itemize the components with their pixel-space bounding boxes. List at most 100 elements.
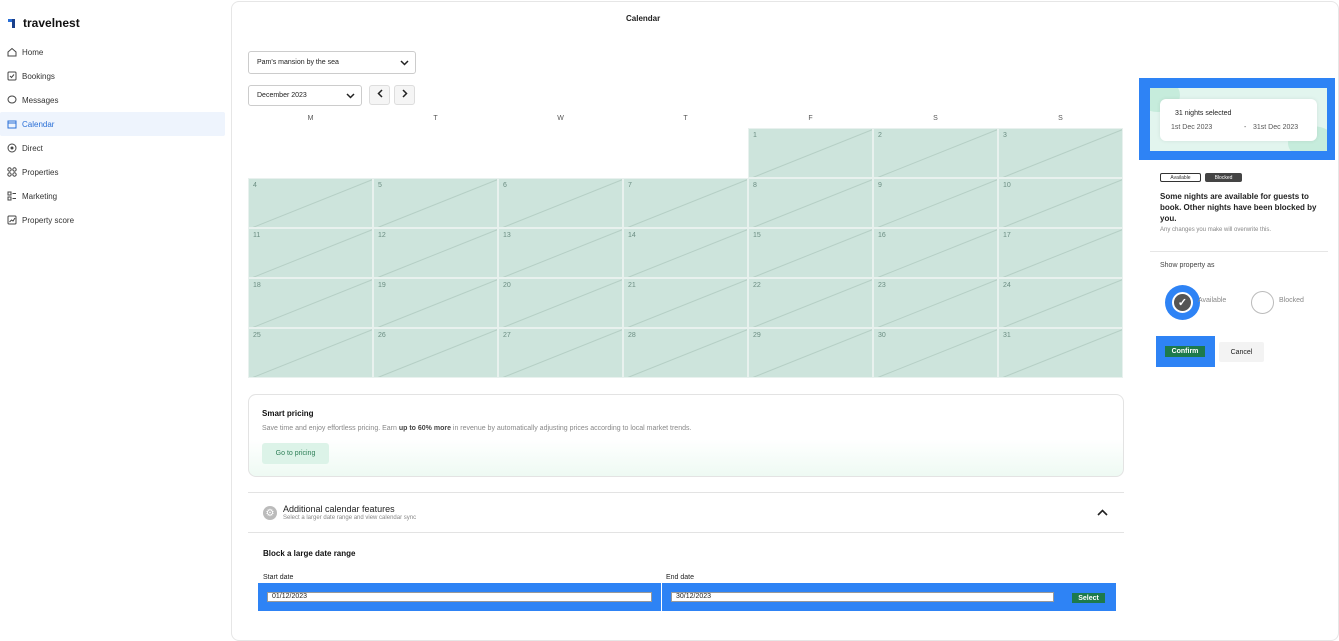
calendar-day-cell[interactable]: 10: [998, 178, 1123, 228]
calendar-day-cell[interactable]: 18: [248, 278, 373, 328]
weekday-header: W: [557, 115, 564, 122]
calendar-day-number: 25: [253, 332, 261, 339]
sidebar-item-label: Calendar: [22, 119, 55, 129]
property-score-icon: [7, 215, 17, 225]
blocked-pattern: [502, 179, 622, 227]
sidebar-item-calendar[interactable]: Calendar: [0, 112, 225, 136]
property-select-value: Pam's mansion by the sea: [257, 59, 339, 66]
calendar-day-cell[interactable]: 11: [248, 228, 373, 278]
calendar-day-cell[interactable]: 21: [623, 278, 748, 328]
sidebar-item-label: Messages: [22, 95, 59, 105]
weekday-header: T: [433, 115, 438, 122]
gear-icon: ⚙: [263, 506, 277, 520]
calendar-day-number: 14: [628, 232, 636, 239]
calendar-day-cell[interactable]: 24: [998, 278, 1123, 328]
blocked-pattern: [377, 329, 497, 377]
sidebar-item-direct[interactable]: Direct: [0, 136, 225, 160]
chevron-right-icon: [401, 89, 408, 101]
sidebar-item-label: Bookings: [22, 71, 55, 81]
calendar-day-cell[interactable]: 29: [748, 328, 873, 378]
calendar-day-cell[interactable]: 23: [873, 278, 998, 328]
chevron-left-icon: [376, 89, 383, 101]
calendar-day-cell[interactable]: 16: [873, 228, 998, 278]
calendar-day-number: 3: [1003, 132, 1007, 139]
range-start: 1st Dec 2023: [1171, 124, 1213, 131]
calendar-day-cell[interactable]: 22: [748, 278, 873, 328]
blocked-pattern: [877, 329, 997, 377]
sidebar-item-properties[interactable]: Properties: [0, 160, 225, 184]
sidebar-item-home[interactable]: Home: [0, 40, 225, 64]
brand-name: travelnest: [23, 16, 80, 30]
calendar-icon: [7, 119, 17, 129]
sidebar-item-property-score[interactable]: Property score: [0, 208, 225, 232]
end-date-input[interactable]: 30/12/2023: [671, 592, 1054, 602]
weekday-header: S: [933, 115, 938, 122]
calendar-day-cell[interactable]: 3: [998, 128, 1123, 178]
calendar-day-cell[interactable]: 2: [873, 128, 998, 178]
blocked-radio[interactable]: [1251, 291, 1274, 314]
calendar-day-number: 10: [1003, 182, 1011, 189]
calendar-day-cell[interactable]: 1: [748, 128, 873, 178]
calendar-day-cell[interactable]: 31: [998, 328, 1123, 378]
direct-icon: [7, 143, 17, 153]
calendar-day-cell[interactable]: 14: [623, 228, 748, 278]
confirm-button[interactable]: Confirm: [1165, 346, 1205, 357]
calendar-grid: 1 2 3 4 5 6 7 8 9 10 11 12 13 14 15 16 17 18 19 20 21 22 23 24 2…: [248, 128, 1124, 379]
calendar-day-cell[interactable]: 7: [623, 178, 748, 228]
brand-logo[interactable]: travelnest: [8, 16, 80, 30]
calendar-day-cell[interactable]: 5: [373, 178, 498, 228]
sidebar-item-label: Home: [22, 47, 44, 57]
calendar-day-cell[interactable]: 12: [373, 228, 498, 278]
select-button[interactable]: Select: [1072, 593, 1105, 603]
messages-icon: [7, 95, 17, 105]
calendar-day-cell[interactable]: 19: [373, 278, 498, 328]
prev-month-button[interactable]: [369, 85, 390, 105]
calendar-day-number: 17: [1003, 232, 1011, 239]
calendar-day-cell[interactable]: 4: [248, 178, 373, 228]
calendar-day-cell[interactable]: 28: [623, 328, 748, 378]
sidebar-item-label: Properties: [22, 167, 59, 177]
available-radio[interactable]: ✓: [1165, 285, 1200, 320]
calendar-day-cell[interactable]: 30: [873, 328, 998, 378]
calendar-day-cell[interactable]: 6: [498, 178, 623, 228]
go-to-pricing-button[interactable]: Go to pricing: [262, 443, 329, 464]
calendar-day-cell[interactable]: 17: [998, 228, 1123, 278]
sidebar-item-label: Direct: [22, 143, 43, 153]
block-range-title: Block a large date range: [263, 549, 356, 558]
sidebar-item-bookings[interactable]: Bookings: [0, 64, 225, 88]
start-date-input[interactable]: 01/12/2023: [267, 592, 652, 602]
sidebar-item-messages[interactable]: Messages: [0, 88, 225, 112]
weekday-header: S: [1058, 115, 1063, 122]
additional-features-toggle[interactable]: ⚙ Additional calendar features Select a …: [248, 492, 1124, 533]
blocked-pattern: [752, 329, 872, 377]
calendar-day-number: 11: [253, 232, 261, 239]
property-select[interactable]: Pam's mansion by the sea: [248, 51, 416, 74]
sidebar-item-label: Marketing: [22, 191, 58, 201]
calendar-day-cell[interactable]: 27: [498, 328, 623, 378]
calendar-day-cell[interactable]: 15: [748, 228, 873, 278]
calendar-day-number: 4: [253, 182, 257, 189]
calendar-day-number: 5: [378, 182, 382, 189]
month-select[interactable]: December 2023: [248, 85, 362, 106]
blocked-pattern: [252, 229, 372, 277]
blocked-radio-label: Blocked: [1279, 297, 1304, 304]
calendar-day-cell[interactable]: 20: [498, 278, 623, 328]
next-month-button[interactable]: [394, 85, 415, 105]
blocked-pattern: [877, 279, 997, 327]
calendar-day-cell[interactable]: 13: [498, 228, 623, 278]
sidebar-item-marketing[interactable]: Marketing: [0, 184, 225, 208]
calendar-day-number: 26: [378, 332, 386, 339]
weekday-header: M: [307, 115, 314, 122]
calendar-day-number: 28: [628, 332, 636, 339]
cancel-button[interactable]: Cancel: [1219, 342, 1264, 362]
legend-available: Available: [1160, 173, 1201, 182]
calendar-day-cell[interactable]: 9: [873, 178, 998, 228]
calendar-day-cell[interactable]: 25: [248, 328, 373, 378]
additional-features-title: Additional calendar features: [283, 504, 395, 514]
blocked-pattern: [377, 179, 497, 227]
calendar-day-number: 16: [878, 232, 886, 239]
calendar-day-cell[interactable]: 26: [373, 328, 498, 378]
calendar-day-number: 22: [753, 282, 761, 289]
blocked-pattern: [1002, 179, 1122, 227]
calendar-day-cell[interactable]: 8: [748, 178, 873, 228]
